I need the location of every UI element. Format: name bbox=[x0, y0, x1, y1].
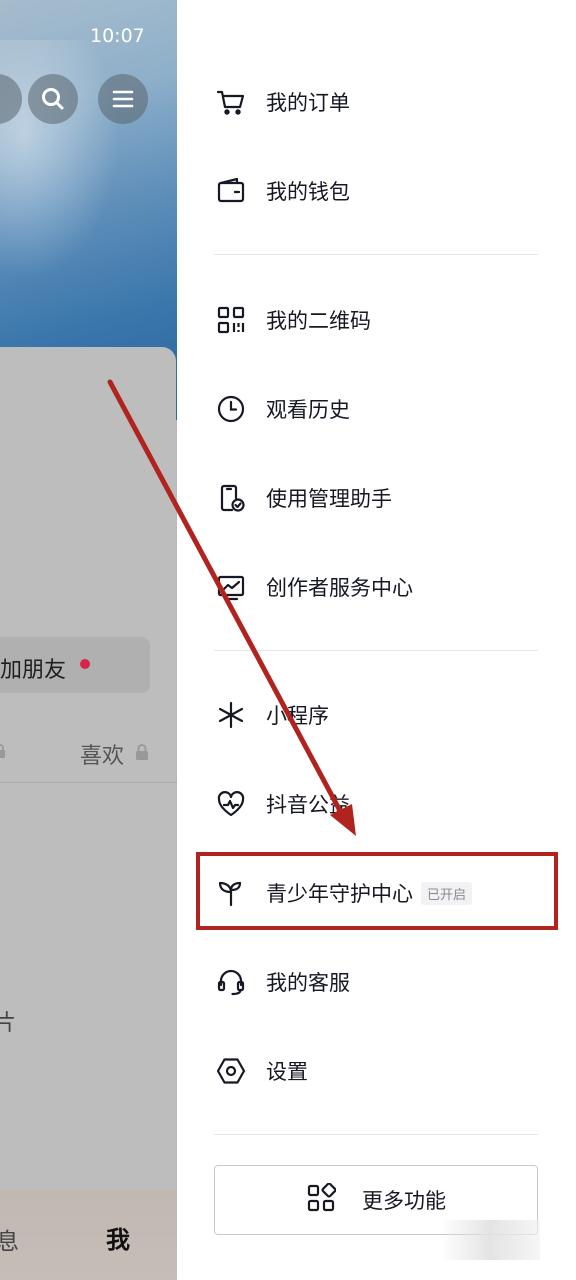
watermark bbox=[440, 1220, 540, 1260]
more-features-label: 更多功能 bbox=[362, 1189, 446, 1213]
cart-icon bbox=[216, 87, 246, 117]
menu-item-mini-programs[interactable]: 小程序 bbox=[216, 690, 556, 740]
menu-item-qrcode[interactable]: 我的二维码 bbox=[216, 295, 556, 345]
menu-item-label: 使用管理助手 bbox=[266, 487, 392, 511]
menu-item-history[interactable]: 观看历史 bbox=[216, 384, 556, 434]
lock-icon bbox=[0, 744, 5, 758]
notification-dot bbox=[80, 659, 90, 669]
menu-item-label: 我的二维码 bbox=[266, 309, 371, 333]
phone-check-icon bbox=[216, 483, 246, 513]
tab-likes[interactable]: 喜欢 bbox=[80, 738, 124, 770]
menu-item-usage-manager[interactable]: 使用管理助手 bbox=[216, 473, 556, 523]
sparkle-icon bbox=[216, 700, 246, 730]
hexagon-settings-icon bbox=[216, 1056, 246, 1086]
divider bbox=[214, 650, 538, 651]
status-time: 10:07 bbox=[90, 25, 145, 47]
menu-item-label: 我的订单 bbox=[266, 91, 350, 115]
search-button[interactable] bbox=[28, 74, 78, 124]
menu-item-charity[interactable]: 抖音公益 bbox=[216, 779, 556, 829]
bottom-nav bbox=[0, 1190, 177, 1280]
divider bbox=[214, 1134, 538, 1135]
menu-item-wallet[interactable]: 我的钱包 bbox=[216, 166, 556, 216]
menu-item-label: 设置 bbox=[266, 1060, 308, 1084]
menu-item-label: 我的钱包 bbox=[266, 180, 350, 204]
menu-item-label: 观看历史 bbox=[266, 398, 350, 422]
profile-card bbox=[0, 347, 176, 1280]
wallet-icon bbox=[216, 176, 246, 206]
partial-text: 片 bbox=[0, 1011, 17, 1036]
heart-pulse-icon bbox=[216, 789, 246, 819]
menu-item-settings[interactable]: 设置 bbox=[216, 1046, 556, 1096]
menu-item-orders[interactable]: 我的订单 bbox=[216, 77, 556, 127]
lock-icon bbox=[136, 744, 148, 760]
menu-item-creator-center[interactable]: 创作者服务中心 bbox=[216, 562, 556, 612]
profile-background: 10:07 加朋友 喜欢 片 息 我 bbox=[0, 0, 177, 1280]
search-icon bbox=[42, 88, 64, 110]
qrcode-icon bbox=[216, 305, 246, 335]
clock-icon bbox=[216, 394, 246, 424]
highlight-box bbox=[196, 852, 558, 930]
chart-icon bbox=[216, 572, 246, 602]
menu-item-customer-service[interactable]: 我的客服 bbox=[216, 957, 556, 1007]
menu-item-label: 小程序 bbox=[266, 704, 329, 728]
menu-icon bbox=[112, 90, 134, 108]
divider bbox=[0, 782, 177, 783]
menu-item-label: 我的客服 bbox=[266, 971, 350, 995]
menu-button[interactable] bbox=[98, 74, 148, 124]
menu-item-label: 创作者服务中心 bbox=[266, 576, 413, 600]
nav-me[interactable]: 我 bbox=[106, 1220, 130, 1255]
headset-icon bbox=[216, 967, 246, 997]
divider bbox=[214, 254, 538, 255]
menu-item-label: 抖音公益 bbox=[266, 793, 350, 817]
grid-icon bbox=[306, 1182, 337, 1217]
nav-messages[interactable]: 息 bbox=[0, 1222, 19, 1256]
add-friends-label: 加朋友 bbox=[0, 658, 67, 683]
